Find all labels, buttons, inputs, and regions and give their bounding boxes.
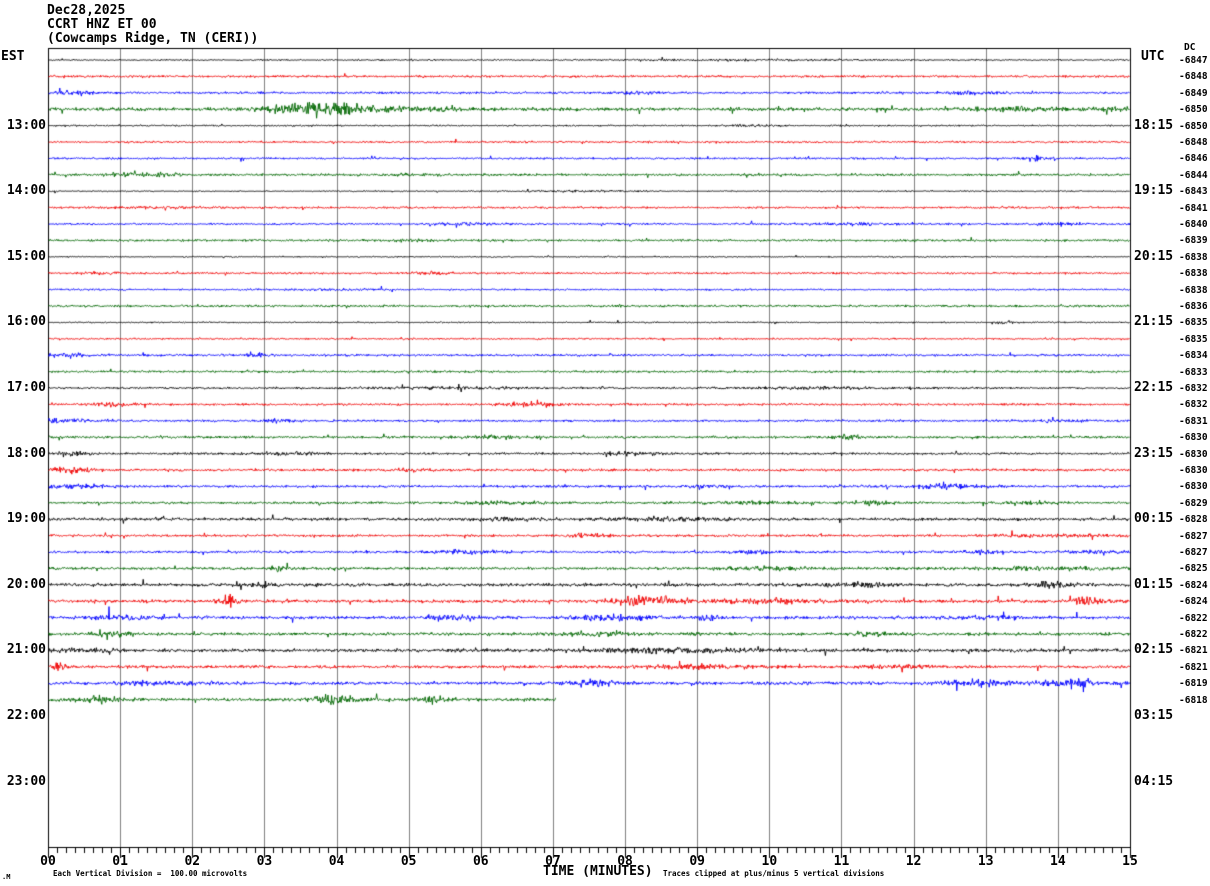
page-title-date: Dec28,2025 <box>47 3 126 18</box>
est-time-label: 14:00 <box>6 183 46 199</box>
dc-value: -6822 <box>1179 612 1208 624</box>
dc-column-header: DC <box>1184 42 1196 53</box>
est-time-label: 22:00 <box>6 708 46 723</box>
x-tick-label: 04 <box>328 854 345 869</box>
dc-value: -6830 <box>1179 432 1208 444</box>
dc-value: -6850 <box>1179 120 1208 132</box>
time-axis-label: TIME (MINUTES) <box>543 864 653 879</box>
dc-value: -6828 <box>1179 514 1208 526</box>
scale-note: Each Vertical Division = 100.00 microvol… <box>53 869 248 878</box>
dc-value: -6844 <box>1179 169 1208 181</box>
dc-value: -6840 <box>1179 219 1208 230</box>
dc-value: -6841 <box>1179 202 1208 214</box>
dc-value: -6835 <box>1179 317 1208 329</box>
helicorder-canvas <box>0 0 1210 886</box>
est-time-label: 19:00 <box>6 511 46 527</box>
est-time-label: 21:00 <box>6 642 46 658</box>
est-time-label: 18:00 <box>6 445 46 461</box>
x-tick-label: 13 <box>977 854 994 869</box>
dc-value: -6824 <box>1179 579 1208 591</box>
est-time-label: 15:00 <box>6 248 46 264</box>
dc-value: -6835 <box>1179 333 1208 345</box>
dc-value: -6850 <box>1179 104 1208 116</box>
dc-value: -6839 <box>1179 235 1208 247</box>
dc-value: -6819 <box>1179 678 1208 690</box>
utc-time-label: 04:15 <box>1134 773 1174 789</box>
x-tick-label: 14 <box>1050 854 1066 869</box>
utc-time-label: 19:15 <box>1134 183 1174 199</box>
dc-value: -6827 <box>1179 530 1208 542</box>
dc-value: -6824 <box>1179 596 1208 608</box>
dc-value: -6831 <box>1179 415 1208 427</box>
watermark: .M <box>2 873 11 881</box>
dc-value: -6827 <box>1179 547 1208 558</box>
dc-value: -6821 <box>1179 645 1208 657</box>
page-title-location: (Cowcamps Ridge, TN (CERI)) <box>47 31 259 46</box>
utc-axis-label: UTC <box>1141 49 1165 64</box>
dc-value: -6834 <box>1179 350 1208 362</box>
utc-time-label: 03:15 <box>1134 708 1174 723</box>
dc-value: -6818 <box>1179 694 1208 706</box>
dc-value: -6825 <box>1179 563 1208 575</box>
x-tick-label: 03 <box>256 854 273 869</box>
utc-time-label: 23:15 <box>1134 445 1174 461</box>
dc-value: -6838 <box>1179 284 1208 296</box>
x-tick-label: 01 <box>112 854 128 869</box>
dc-value: -6848 <box>1179 137 1208 148</box>
est-axis-label: EST <box>1 49 25 64</box>
dc-value: -6836 <box>1179 301 1208 312</box>
est-time-label: 23:00 <box>6 773 46 789</box>
x-tick-label: 00 <box>40 854 56 869</box>
dc-value: -6821 <box>1179 661 1208 673</box>
dc-value: -6833 <box>1179 366 1208 378</box>
dc-value: -6830 <box>1179 465 1208 476</box>
est-time-label: 16:00 <box>6 314 46 330</box>
x-tick-label: 06 <box>472 854 489 869</box>
x-tick-label: 05 <box>400 854 417 869</box>
dc-value: -6843 <box>1179 186 1208 198</box>
utc-time-label: 21:15 <box>1134 314 1174 330</box>
dc-value: -6832 <box>1179 383 1208 394</box>
utc-time-label: 18:15 <box>1134 117 1174 133</box>
utc-time-label: 20:15 <box>1134 248 1174 264</box>
dc-value: -6838 <box>1179 251 1208 263</box>
dc-value: -6838 <box>1179 268 1208 280</box>
dc-value: -6830 <box>1179 448 1208 460</box>
dc-value: -6822 <box>1179 629 1208 640</box>
est-time-label: 17:00 <box>6 380 46 395</box>
utc-time-label: 22:15 <box>1134 380 1174 395</box>
x-tick-label: 09 <box>689 854 706 869</box>
dc-value: -6849 <box>1179 87 1208 99</box>
x-tick-label: 11 <box>833 854 850 869</box>
dc-value: -6832 <box>1179 399 1208 411</box>
x-tick-label: 15 <box>1122 854 1138 869</box>
dc-value: -6830 <box>1179 481 1208 493</box>
utc-time-label: 00:15 <box>1134 511 1174 527</box>
dc-value: -6829 <box>1179 497 1208 509</box>
dc-value: -6847 <box>1179 55 1208 66</box>
dc-value: -6848 <box>1179 71 1208 83</box>
x-tick-label: 02 <box>184 854 201 869</box>
dc-value: -6846 <box>1179 153 1208 165</box>
x-tick-label: 10 <box>761 854 778 869</box>
x-tick-label: 12 <box>905 854 922 869</box>
utc-time-label: 01:15 <box>1134 576 1174 592</box>
helicorder-page: Dec28,2025 CCRT HNZ ET 00 (Cowcamps Ridg… <box>0 0 1210 886</box>
utc-time-label: 02:15 <box>1134 642 1174 658</box>
est-time-label: 20:00 <box>6 576 46 592</box>
page-title-station: CCRT HNZ ET 00 <box>47 17 157 32</box>
est-time-label: 13:00 <box>6 117 46 133</box>
clip-note: Traces clipped at plus/minus 5 vertical … <box>663 869 885 878</box>
